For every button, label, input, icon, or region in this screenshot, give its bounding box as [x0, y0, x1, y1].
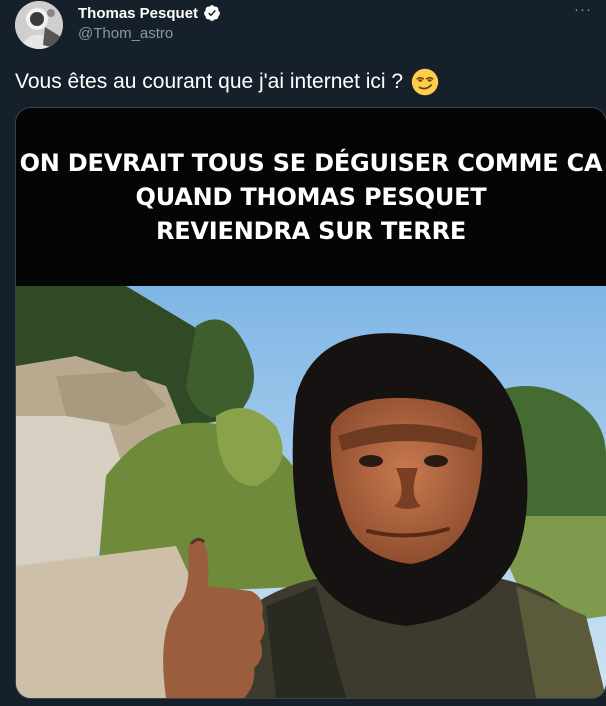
tweet-media[interactable]: ON DEVRAIT TOUS SE DÉGUISER COMME CA QUA…	[15, 107, 606, 699]
smirking-face-emoji-icon	[411, 68, 439, 96]
caption-line-1: ON DEVRAIT TOUS SE DÉGUISER COMME CA	[19, 149, 603, 177]
avatar[interactable]	[15, 1, 63, 49]
meme-caption: ON DEVRAIT TOUS SE DÉGUISER COMME CA QUA…	[16, 108, 606, 286]
more-options-icon[interactable]: ···	[574, 2, 592, 18]
meme-photo	[16, 286, 606, 698]
tweet: Thomas Pesquet @Thom_astro ··· Vous êtes…	[0, 0, 606, 706]
caption-line-3: REVIENDRA SUR TERRE	[155, 217, 467, 245]
display-name[interactable]: Thomas Pesquet	[78, 5, 198, 22]
tweet-text-row: Vous êtes au courant que j'ai internet i…	[15, 68, 439, 96]
avatar-image	[15, 1, 63, 49]
caption-line-2: QUAND THOMAS PESQUET	[135, 183, 487, 211]
tweet-text: Vous êtes au courant que j'ai internet i…	[15, 70, 404, 93]
verified-badge-icon	[203, 4, 221, 22]
author-handle[interactable]: @Thom_astro	[78, 25, 173, 42]
author-name-row: Thomas Pesquet	[78, 4, 221, 22]
